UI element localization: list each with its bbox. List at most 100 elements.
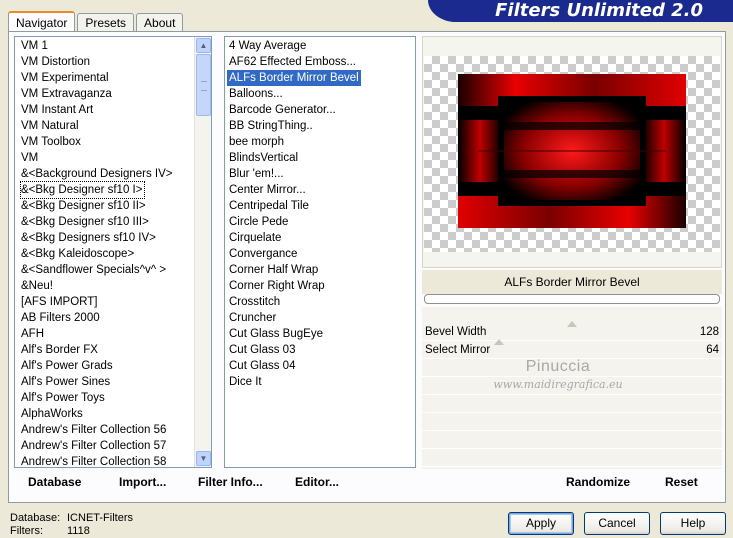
- tab-navigator[interactable]: Navigator: [8, 11, 76, 33]
- category-item[interactable]: VM Distortion: [21, 54, 173, 70]
- tab-presets[interactable]: Presets: [77, 13, 135, 32]
- category-item-label: VM Distortion: [21, 56, 91, 68]
- category-item[interactable]: AFH: [21, 326, 173, 342]
- filter-item[interactable]: Centripedal Tile: [229, 198, 361, 214]
- category-item[interactable]: Alf's Power Sines: [21, 374, 173, 390]
- category-item-label: &<Bkg Designers sf10 IV>: [21, 232, 156, 244]
- category-item-label: AB Filters 2000: [21, 312, 100, 324]
- filter-item-selected[interactable]: ALFs Border Mirror Bevel: [227, 70, 361, 86]
- filter-item[interactable]: BlindsVertical: [229, 150, 361, 166]
- category-item-label: VM Instant Art: [21, 104, 94, 116]
- category-item[interactable]: &<Bkg Designers sf10 IV>: [21, 230, 173, 246]
- app-title: Filters Unlimited 2.0: [495, 0, 703, 21]
- filter-item[interactable]: Cut Glass 03: [229, 342, 361, 358]
- filter-item[interactable]: Circle Pede: [229, 214, 361, 230]
- param-row-empty: [422, 396, 722, 413]
- filter-item-label: Centripedal Tile: [229, 200, 309, 212]
- filter-item[interactable]: Cirquelate: [229, 230, 361, 246]
- editor-button[interactable]: Editor...: [295, 475, 339, 489]
- category-item[interactable]: &<Sandflower Specials^v^ >: [21, 262, 173, 278]
- category-item-label: AlphaWorks: [21, 408, 83, 420]
- filter-item[interactable]: Crosstitch: [229, 294, 361, 310]
- apply-button[interactable]: Apply: [508, 512, 574, 535]
- filter-item[interactable]: Cut Glass BugEye: [229, 326, 361, 342]
- category-item[interactable]: VM Instant Art: [21, 102, 173, 118]
- filter-item-label: Cruncher: [229, 312, 277, 324]
- filter-item[interactable]: AF62 Effected Emboss...: [229, 54, 361, 70]
- import-button[interactable]: Import...: [119, 475, 166, 489]
- filter-item[interactable]: Barcode Generator...: [229, 102, 361, 118]
- category-item[interactable]: &<Bkg Designer sf10 II>: [21, 198, 173, 214]
- category-item-selected[interactable]: &<Bkg Designer sf10 I>: [19, 181, 173, 199]
- param-row-select-mirror[interactable]: Select Mirror 64: [422, 339, 722, 359]
- grip-icon: [201, 81, 207, 91]
- filter-item-label: ALFs Border Mirror Bevel: [227, 70, 361, 86]
- scroll-up-arrow-icon[interactable]: ▲: [196, 38, 211, 53]
- category-item[interactable]: Alf's Border FX: [21, 342, 173, 358]
- category-item[interactable]: &<Bkg Kaleidoscope>: [21, 246, 173, 262]
- filter-item[interactable]: Blur 'em!...: [229, 166, 361, 182]
- category-list[interactable]: VM 1 VM Distortion VM Experimental VM Extra…: [14, 36, 212, 468]
- category-item[interactable]: &<Bkg Designer sf10 III>: [21, 214, 173, 230]
- filter-item[interactable]: BB StringThing..: [229, 118, 361, 134]
- param-row-empty: [422, 414, 722, 431]
- category-item-label: VM Experimental: [21, 72, 109, 84]
- param-value: 128: [699, 326, 719, 338]
- category-item[interactable]: AlphaWorks: [21, 406, 173, 422]
- category-item[interactable]: Alf's Power Grads: [21, 358, 173, 374]
- filter-item-label: Crosstitch: [229, 296, 281, 308]
- filter-item-label: BlindsVertical: [229, 152, 299, 164]
- filter-item-label: Cut Glass BugEye: [229, 328, 323, 340]
- category-item[interactable]: &Neu!: [21, 278, 173, 294]
- category-scrollbar[interactable]: ▲ ▼: [194, 37, 211, 467]
- filter-list[interactable]: 4 Way Average AF62 Effected Emboss... ALFs…: [224, 36, 416, 468]
- category-item-label: [AFS IMPORT]: [21, 296, 98, 308]
- category-item-label: Alf's Power Sines: [21, 376, 111, 388]
- filter-item[interactable]: Dice It: [229, 374, 361, 390]
- reset-button[interactable]: Reset: [665, 475, 698, 489]
- tab-about[interactable]: About: [136, 13, 184, 32]
- filter-name-label: ALFs Border Mirror Bevel: [422, 270, 722, 294]
- category-item[interactable]: Alf's Power Toys: [21, 390, 173, 406]
- category-item[interactable]: Andrew's Filter Collection 58: [21, 454, 173, 467]
- filter-item-label: Corner Right Wrap: [229, 280, 325, 292]
- filter-item[interactable]: Balloons...: [229, 86, 361, 102]
- category-item-label: VM Extravaganza: [21, 88, 112, 100]
- filter-info-button[interactable]: Filter Info...: [198, 475, 263, 489]
- filter-item[interactable]: Corner Half Wrap: [229, 262, 361, 278]
- category-item[interactable]: VM Extravaganza: [21, 86, 173, 102]
- category-item[interactable]: [AFS IMPORT]: [21, 294, 173, 310]
- filter-item[interactable]: Center Mirror...: [229, 182, 361, 198]
- help-button[interactable]: Help: [660, 512, 726, 535]
- filter-item[interactable]: bee morph: [229, 134, 361, 150]
- category-item[interactable]: VM 1: [21, 38, 173, 54]
- category-item[interactable]: VM Experimental: [21, 70, 173, 86]
- filter-item-label: Center Mirror...: [229, 184, 306, 196]
- preview-art: [458, 74, 686, 228]
- cancel-button[interactable]: Cancel: [584, 512, 650, 535]
- filter-item[interactable]: Cut Glass 04: [229, 358, 361, 374]
- slider-marker-icon[interactable]: [567, 321, 577, 327]
- navigator-toolbar: Database Import... Filter Info... Editor…: [14, 470, 722, 498]
- filter-item-label: bee morph: [229, 136, 284, 148]
- randomize-button[interactable]: Randomize: [566, 475, 630, 489]
- filter-item[interactable]: Corner Right Wrap: [229, 278, 361, 294]
- category-item[interactable]: Andrew's Filter Collection 57: [21, 438, 173, 454]
- database-button[interactable]: Database: [28, 475, 81, 489]
- filter-item[interactable]: 4 Way Average: [229, 38, 361, 54]
- progress-bar: [424, 294, 720, 304]
- param-label: Select Mirror: [425, 344, 491, 356]
- filter-item[interactable]: Convergance: [229, 246, 361, 262]
- scroll-down-arrow-icon[interactable]: ▼: [196, 451, 211, 466]
- category-item[interactable]: Andrew's Filter Collection 56: [21, 422, 173, 438]
- category-item[interactable]: VM Natural: [21, 118, 173, 134]
- param-row-bevel-width[interactable]: Bevel Width 128: [422, 321, 722, 341]
- category-item[interactable]: VM Toolbox: [21, 134, 173, 150]
- category-item[interactable]: VM: [21, 150, 173, 166]
- slider-marker-icon[interactable]: [494, 339, 504, 345]
- category-item-label: Alf's Power Toys: [21, 392, 105, 404]
- scrollbar-thumb[interactable]: [196, 54, 211, 116]
- category-item[interactable]: AB Filters 2000: [21, 310, 173, 326]
- category-item[interactable]: &<Background Designers IV>: [21, 166, 173, 182]
- filter-item[interactable]: Cruncher: [229, 310, 361, 326]
